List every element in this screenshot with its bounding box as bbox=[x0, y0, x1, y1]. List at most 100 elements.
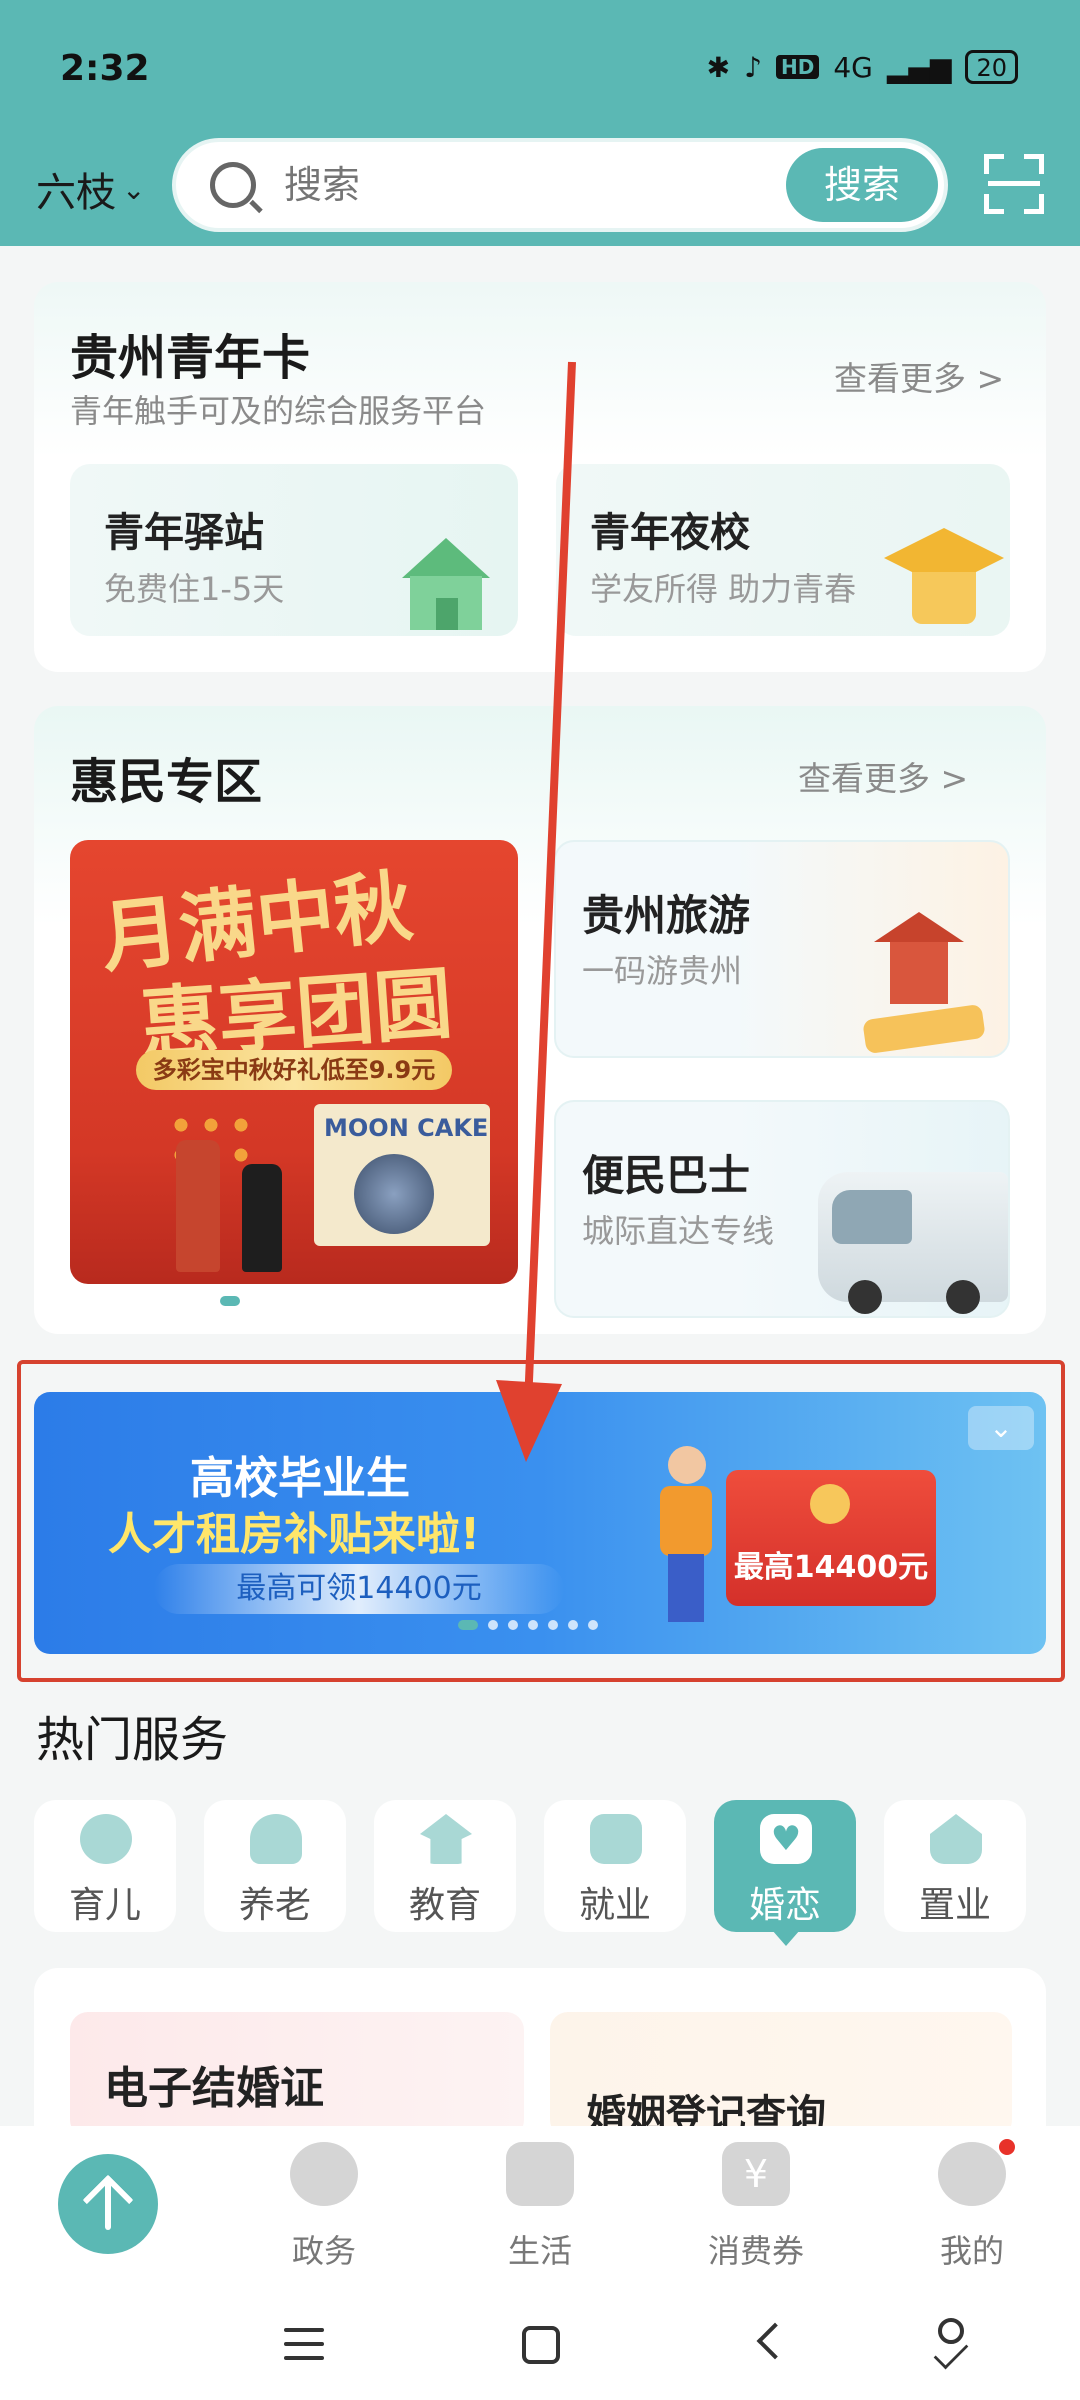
hd-badge: HD bbox=[775, 55, 820, 79]
briefcase-icon bbox=[590, 1814, 642, 1864]
carousel-indicator bbox=[220, 1296, 240, 1306]
mute-icon: ♪ bbox=[744, 50, 762, 84]
nav-gov[interactable]: 政务 bbox=[254, 2142, 394, 2282]
promo-tag: 多彩宝中秋好礼低至9.9元 bbox=[136, 1050, 452, 1090]
notification-dot bbox=[996, 2136, 1018, 2158]
scan-icon[interactable] bbox=[984, 154, 1044, 214]
tile-subtitle: 一码游贵州 bbox=[582, 952, 743, 990]
benefit-more-link[interactable]: 查看更多 > bbox=[798, 752, 968, 800]
service-label: 养老 bbox=[238, 1885, 311, 1926]
tile-e-marriage-certificate[interactable]: 电子结婚证 bbox=[70, 2012, 524, 2138]
location-selector[interactable]: 六枝 ⌄ bbox=[36, 160, 145, 218]
chevron-down-icon: ⌄ bbox=[122, 172, 146, 206]
back-to-top-button[interactable] bbox=[58, 2154, 158, 2254]
person-illustration bbox=[654, 1446, 718, 1626]
heart-icon: ♥ bbox=[760, 1814, 812, 1864]
home-icon[interactable] bbox=[522, 2326, 560, 2364]
nav-coupons[interactable]: ¥ 消费券 bbox=[686, 2142, 826, 2282]
app-header: 2:32 ✱ ♪ HD 4G ▂▄▆ 20 六枝 ⌄ 搜索 bbox=[0, 0, 1080, 246]
rent-subsidy-banner[interactable]: 高校毕业生 人才租房补贴来啦! 最高可领14400元 最高14400元 ⌄ bbox=[34, 1392, 1046, 1654]
tile-subtitle: 学友所得 助力青春 bbox=[590, 570, 857, 608]
network-label: 4G bbox=[833, 50, 873, 84]
house-icon bbox=[930, 1814, 982, 1864]
service-parenting[interactable]: 育儿 bbox=[34, 1800, 176, 1932]
service-property[interactable]: 置业 bbox=[884, 1800, 1026, 1932]
pavilion-icon bbox=[874, 912, 964, 1012]
banner-line2: 人才租房补贴来啦! bbox=[108, 1509, 481, 1560]
tile-title: 贵州旅游 bbox=[582, 891, 751, 940]
tile-title: 便民巴士 bbox=[582, 1151, 751, 1200]
status-bar: 2:32 ✱ ♪ HD 4G ▂▄▆ 20 bbox=[0, 42, 1080, 102]
elder-icon bbox=[250, 1814, 302, 1864]
back-icon[interactable] bbox=[756, 2322, 794, 2360]
liquor-bottle-icon bbox=[242, 1164, 282, 1272]
nav-label: 消费券 bbox=[707, 2232, 804, 2270]
nav-label: 我的 bbox=[939, 2232, 1004, 2270]
tile-guizhou-tourism[interactable]: 贵州旅游 一码游贵州 bbox=[554, 840, 1010, 1058]
gift-box-text: MOON CAKE bbox=[324, 1114, 489, 1142]
mid-autumn-promo[interactable]: 月满中秋 惠享团圆 多彩宝中秋好礼低至9.9元 MOON CAKE bbox=[70, 840, 518, 1284]
tile-title: 青年驿站 bbox=[104, 510, 264, 556]
youth-card-section: 贵州青年卡 青年触手可及的综合服务平台 查看更多 > 青年驿站 免费住1-5天 … bbox=[34, 282, 1046, 672]
service-education[interactable]: 教育 bbox=[374, 1800, 516, 1932]
signal-icon: ▂▄▆ bbox=[886, 50, 952, 84]
service-label: 就业 bbox=[578, 1885, 651, 1926]
service-label: 育儿 bbox=[68, 1885, 141, 1926]
mooncake-box: MOON CAKE bbox=[314, 1104, 490, 1246]
benefit-title: 惠民专区 bbox=[70, 754, 263, 810]
bluetooth-icon: ✱ bbox=[706, 50, 731, 84]
nav-profile[interactable]: 我的 bbox=[902, 2136, 1042, 2282]
hot-services-row: 育儿 养老 教育 就业 ♥ 婚恋 置业 bbox=[34, 1800, 1046, 1946]
banner-line1: 高校毕业生 bbox=[190, 1453, 410, 1504]
tile-youth-night-school[interactable]: 青年夜校 学友所得 助力青春 bbox=[556, 464, 1010, 636]
red-packet-icon: 最高14400元 bbox=[726, 1470, 936, 1606]
youth-more-link[interactable]: 查看更多 > bbox=[834, 352, 1004, 400]
service-employment[interactable]: 就业 bbox=[544, 1800, 686, 1932]
banner-carousel-dots bbox=[458, 1620, 598, 1630]
tile-youth-station[interactable]: 青年驿站 免费住1-5天 bbox=[70, 464, 518, 636]
search-bar: 搜索 bbox=[172, 138, 948, 232]
baby-icon bbox=[80, 1814, 132, 1864]
benefit-section: 惠民专区 查看更多 > 月满中秋 惠享团圆 多彩宝中秋好礼低至9.9元 MOON… bbox=[34, 706, 1046, 1334]
banner-amount-pill: 最高可领14400元 bbox=[154, 1564, 564, 1614]
menu-icon[interactable] bbox=[284, 2328, 324, 2362]
profile-icon bbox=[938, 2142, 1006, 2206]
hot-services-title: 热门服务 bbox=[36, 1712, 229, 1768]
bottom-nav: 政务 生活 ¥ 消费券 我的 bbox=[0, 2126, 1080, 2290]
status-time: 2:32 bbox=[60, 48, 150, 89]
tile-title: 青年夜校 bbox=[590, 510, 750, 556]
service-label: 置业 bbox=[918, 1885, 991, 1926]
search-icon bbox=[210, 162, 256, 208]
service-label: 教育 bbox=[408, 1885, 481, 1926]
tile-marriage-registration-query[interactable]: 婚姻登记查询 bbox=[550, 2012, 1012, 2138]
battery-icon: 20 bbox=[965, 50, 1018, 84]
system-nav-bar bbox=[0, 2290, 1080, 2400]
search-input[interactable] bbox=[284, 160, 684, 210]
bus-icon bbox=[818, 1172, 1008, 1314]
location-label: 六枝 bbox=[36, 170, 116, 216]
shop-icon bbox=[506, 2142, 574, 2206]
coupon-icon: ¥ bbox=[722, 2142, 790, 2206]
nav-life[interactable]: 生活 bbox=[470, 2142, 610, 2282]
house-icon bbox=[396, 538, 496, 630]
service-elderly-care[interactable]: 养老 bbox=[204, 1800, 346, 1932]
nav-label: 政务 bbox=[291, 2232, 356, 2270]
tile-shuttle-bus[interactable]: 便民巴士 城际直达专线 bbox=[554, 1100, 1010, 1318]
graduation-cap-icon bbox=[420, 1814, 472, 1864]
search-button[interactable]: 搜索 bbox=[786, 148, 938, 222]
tile-subtitle: 城际直达专线 bbox=[582, 1212, 775, 1250]
gov-icon bbox=[290, 2142, 358, 2206]
marriage-services-card: 电子结婚证 婚姻登记查询 bbox=[34, 1968, 1046, 2138]
service-label: 婚恋 bbox=[748, 1885, 821, 1926]
assistant-icon[interactable] bbox=[928, 2318, 974, 2370]
coin-icon bbox=[810, 1484, 850, 1524]
red-packet-text: 最高14400元 bbox=[733, 1550, 929, 1585]
youth-card-subtitle: 青年触手可及的综合服务平台 bbox=[70, 392, 487, 430]
tile-subtitle: 免费住1-5天 bbox=[104, 570, 285, 608]
mooncake-icon bbox=[354, 1154, 434, 1234]
graduation-cap-icon bbox=[884, 528, 1004, 628]
tile-title: 电子结婚证 bbox=[104, 2063, 324, 2114]
nav-label: 生活 bbox=[507, 2232, 572, 2270]
chevron-down-icon[interactable]: ⌄ bbox=[968, 1406, 1034, 1450]
service-marriage[interactable]: ♥ 婚恋 bbox=[714, 1800, 856, 1946]
